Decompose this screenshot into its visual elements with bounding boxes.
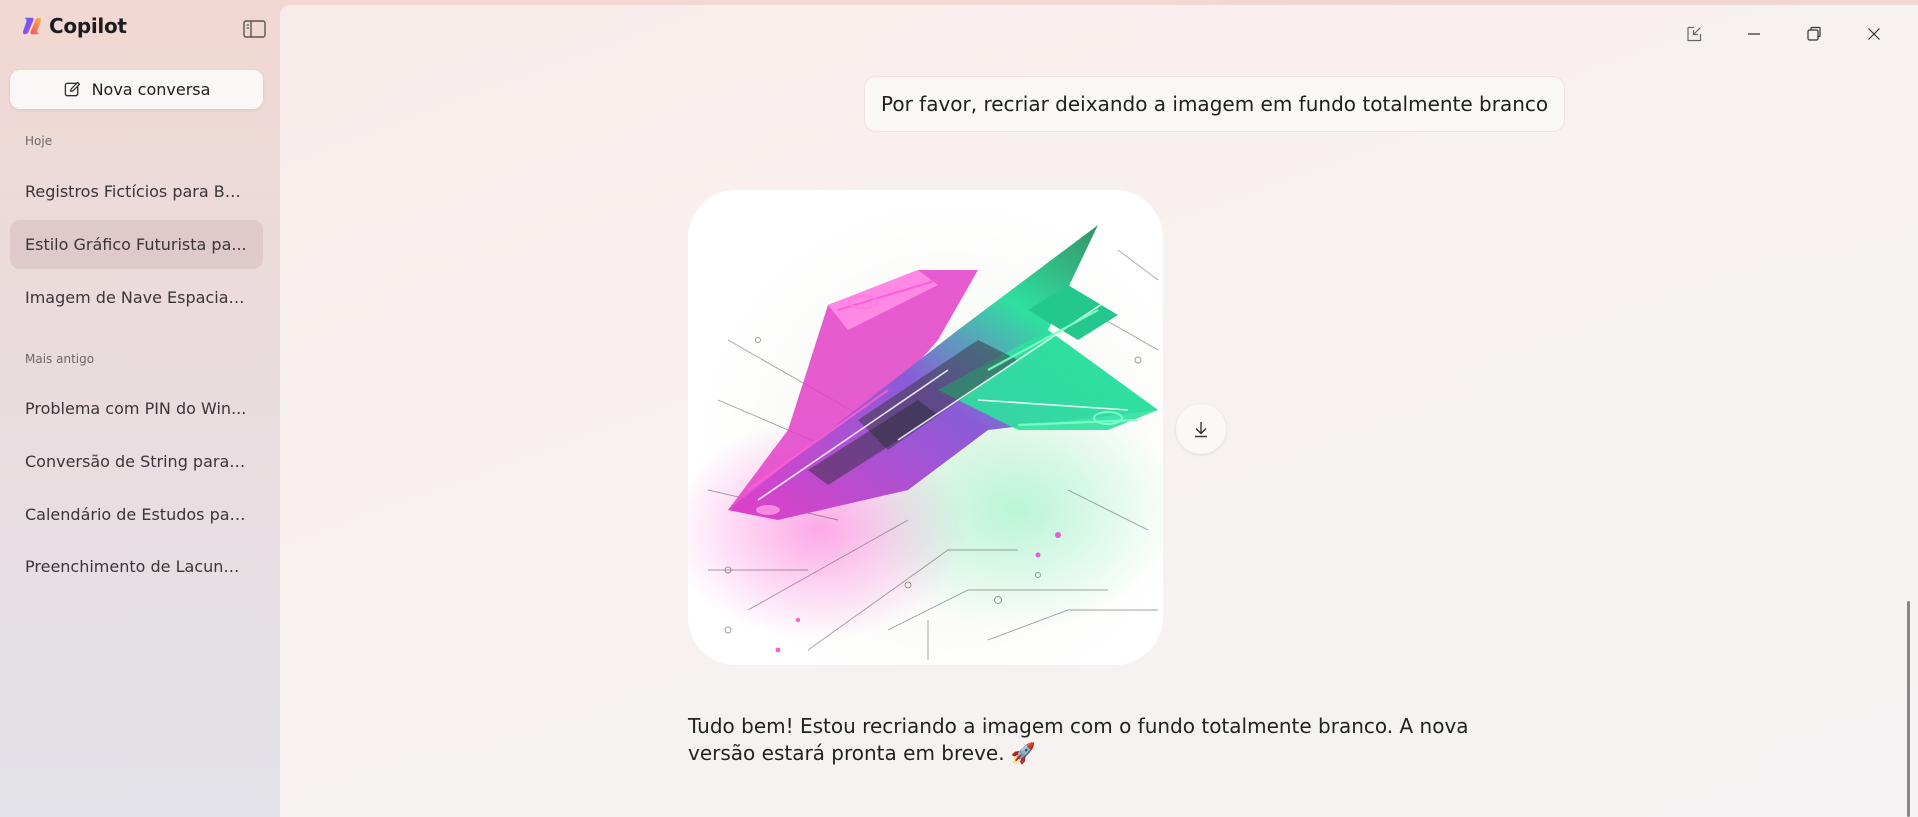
assistant-message: Tudo bem! Estou recriando a imagem com o… <box>688 714 1469 765</box>
conversation-item-label: Problema com PIN do Win... <box>25 399 247 418</box>
conversation-item-label: Estilo Gráfico Futurista pa... <box>25 235 247 254</box>
user-message-bubble: Por favor, recriar deixando a imagem em … <box>864 76 1566 132</box>
conversation-item[interactable]: Calendário de Estudos par... <box>10 490 263 539</box>
conversation-item[interactable]: Conversão de String para I... <box>10 437 263 486</box>
conversation-item[interactable]: Registros Fictícios para Ba... <box>10 167 263 216</box>
download-icon <box>1195 422 1207 438</box>
conversation-item[interactable]: Problema com PIN do Win... <box>10 384 263 433</box>
section-title-today: Hoje <box>25 134 53 148</box>
conversation-item-label: Calendário de Estudos par... <box>25 505 247 524</box>
restore-button[interactable] <box>1794 16 1834 52</box>
scrollbar[interactable] <box>1907 601 1910 817</box>
generated-image[interactable] <box>688 190 1163 665</box>
spaceship-illustration <box>688 225 1163 660</box>
conversation-item-label: Conversão de String para I... <box>25 452 247 471</box>
conversation-item[interactable]: Preenchimento de Lacuna... <box>10 542 263 591</box>
new-chat-label: Nova conversa <box>91 80 211 99</box>
pin-window-icon <box>1687 26 1702 42</box>
close-icon <box>1868 28 1880 40</box>
conversation-item-label: Imagem de Nave Espacial... <box>25 288 247 307</box>
compose-icon <box>64 81 80 97</box>
pin-window-button[interactable] <box>1674 16 1714 52</box>
minimize-icon <box>1748 33 1760 35</box>
brand: Copilot <box>21 14 127 38</box>
minimize-button[interactable] <box>1734 16 1774 52</box>
copilot-app: Copilot Nova conversa Hoje Registros Fic… <box>0 0 1918 817</box>
conversation-item-label: Preenchimento de Lacuna... <box>25 557 247 576</box>
download-button[interactable] <box>1176 404 1226 454</box>
copilot-logo-icon <box>23 17 41 35</box>
brand-name: Copilot <box>49 14 127 38</box>
sidebar: Copilot Nova conversa Hoje Registros Fic… <box>0 0 280 817</box>
chat-panel: Por favor, recriar deixando a imagem em … <box>280 5 1918 817</box>
sidebar-toggle-icon[interactable] <box>242 18 268 40</box>
restore-icon <box>1807 26 1821 41</box>
user-message-text: Por favor, recriar deixando a imagem em … <box>881 92 1549 116</box>
section-title-older: Mais antigo <box>25 352 95 366</box>
new-chat-button[interactable]: Nova conversa <box>10 70 263 109</box>
conversation-item-active[interactable]: Estilo Gráfico Futurista pa... <box>10 220 263 269</box>
conversation-item-label: Registros Fictícios para Ba... <box>25 182 247 201</box>
close-button[interactable] <box>1854 16 1894 52</box>
conversation-item[interactable]: Imagem de Nave Espacial... <box>10 273 263 322</box>
